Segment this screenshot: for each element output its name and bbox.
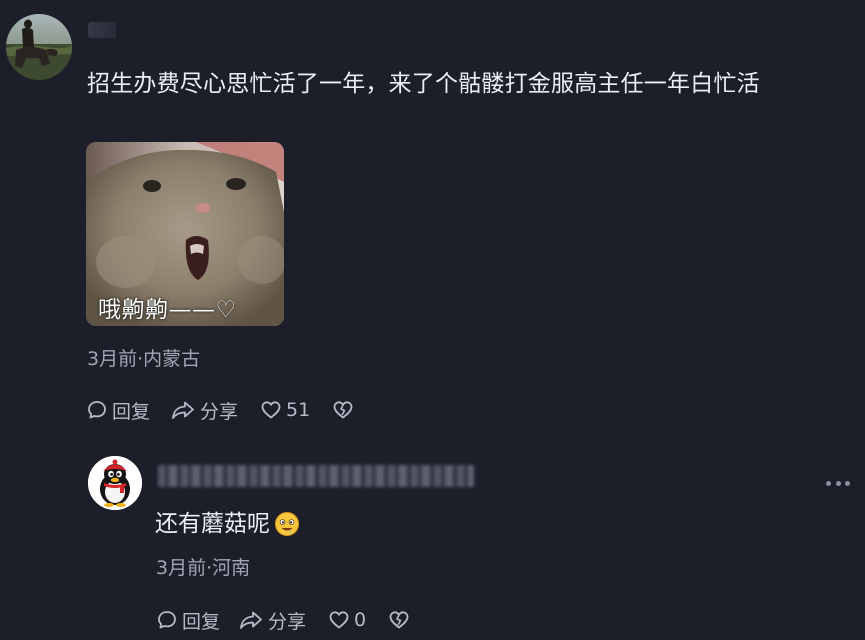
reply-label: 回复: [182, 610, 221, 633]
reply-label: 回复: [112, 400, 151, 423]
reply-text-row: 还有蘑菇呢: [155, 507, 300, 541]
broken-heart-icon: [389, 611, 409, 629]
comment-actions: 回复 分享 51: [86, 397, 354, 423]
comment-text: 招生办费尽心思忙活了一年，来了个骷髅打金服高主任一年白忙活: [87, 71, 760, 97]
share-label: 分享: [200, 400, 239, 423]
heart-icon: [261, 401, 281, 419]
username-blurred[interactable]: [88, 22, 116, 38]
share-button[interactable]: 分享: [238, 607, 306, 634]
sticker-image[interactable]: 哦齁齁——♡: [86, 142, 284, 326]
like-button[interactable]: 0: [328, 609, 366, 631]
like-count: 51: [286, 399, 311, 421]
like-button[interactable]: 51: [260, 399, 310, 421]
share-label: 分享: [268, 610, 307, 633]
dislike-button[interactable]: [388, 609, 410, 631]
broken-heart-icon: [333, 401, 353, 419]
comment-meta: 3月前·内蒙古: [87, 348, 201, 370]
sticker-caption: 哦齁齁——♡: [98, 297, 237, 323]
more-dots-icon[interactable]: [826, 475, 850, 491]
reply-username-blurred[interactable]: [158, 465, 474, 487]
reply-avatar[interactable]: [88, 456, 142, 510]
avatar[interactable]: [6, 14, 72, 80]
reply-button[interactable]: 回复: [86, 397, 150, 424]
comment-bubble-icon: [88, 401, 106, 419]
share-arrow-icon: [240, 611, 262, 629]
drooling-face-emoji: [275, 512, 299, 536]
dislike-button[interactable]: [332, 399, 354, 421]
comment-bubble-icon: [158, 611, 176, 629]
qq-penguin-avatar: [88, 456, 142, 510]
reply-button[interactable]: 回复: [156, 607, 220, 634]
reply-actions: 回复 分享 0: [156, 607, 410, 633]
reply-meta: 3月前·河南: [156, 557, 251, 579]
share-button[interactable]: 分享: [170, 397, 238, 424]
heart-icon: [329, 611, 349, 629]
reply-text: 还有蘑菇呢: [155, 511, 270, 537]
like-count: 0: [354, 609, 367, 631]
share-arrow-icon: [172, 401, 194, 419]
